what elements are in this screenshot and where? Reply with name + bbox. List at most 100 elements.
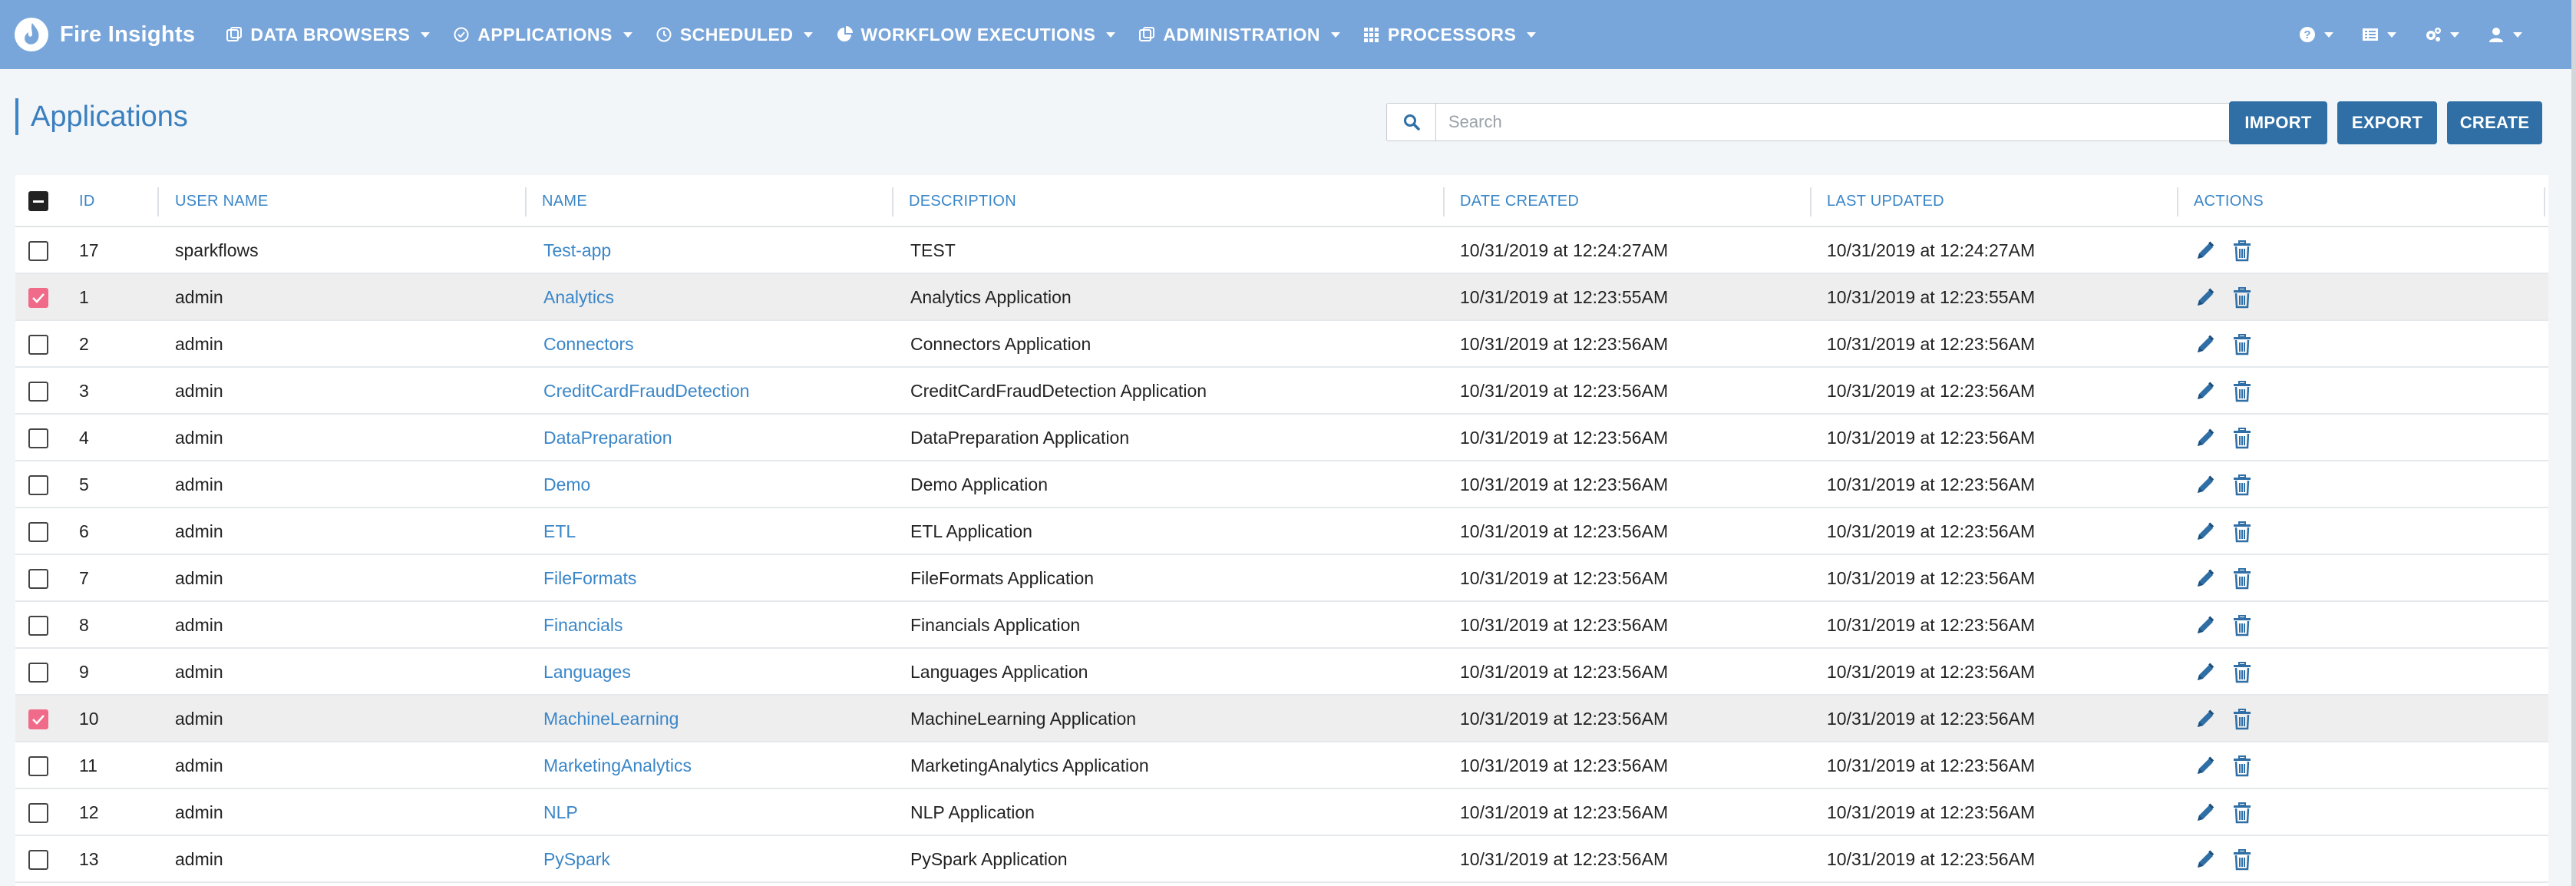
row-checkbox[interactable] — [28, 569, 48, 589]
pencil-icon — [2198, 428, 2214, 446]
edit-button[interactable] — [2194, 708, 2217, 731]
application-name-link[interactable]: CreditCardFraudDetection — [543, 368, 749, 415]
edit-button[interactable] — [2194, 802, 2217, 825]
row-checkbox[interactable] — [28, 288, 48, 308]
cogs-icon — [2426, 28, 2441, 41]
application-name-link[interactable]: Connectors — [543, 321, 634, 368]
application-name-link[interactable]: MachineLearning — [543, 696, 679, 742]
application-name-link[interactable]: Test-app — [543, 227, 611, 274]
edit-button[interactable] — [2194, 427, 2217, 450]
row-checkbox[interactable] — [28, 382, 48, 402]
edit-button[interactable] — [2194, 661, 2217, 684]
cell-id: 7 — [79, 568, 89, 588]
indeterminate-dash-icon — [33, 200, 44, 203]
application-name-link[interactable]: FileFormats — [543, 555, 636, 602]
column-header-id[interactable]: ID — [79, 175, 95, 227]
edit-button[interactable] — [2194, 240, 2217, 263]
row-checkbox[interactable] — [28, 803, 48, 823]
edit-button[interactable] — [2194, 755, 2217, 778]
edit-button[interactable] — [2194, 474, 2217, 497]
list-menu[interactable] — [2361, 25, 2396, 44]
edit-button[interactable] — [2194, 286, 2217, 309]
pencil-icon — [2198, 382, 2214, 399]
delete-button[interactable] — [2231, 848, 2254, 871]
row-checkbox[interactable] — [28, 709, 48, 729]
row-checkbox[interactable] — [28, 850, 48, 870]
column-header-description[interactable]: DESCRIPTION — [909, 175, 1016, 227]
application-name-link[interactable]: Analytics — [543, 274, 614, 321]
cell-last-updated: 10/31/2019 at 12:23:56AM — [1827, 568, 2036, 588]
delete-button[interactable] — [2231, 286, 2254, 309]
search-input[interactable] — [1435, 103, 2257, 141]
edit-button[interactable] — [2194, 380, 2217, 403]
column-header-actions: ACTIONS — [2194, 193, 2264, 210]
delete-button[interactable] — [2231, 521, 2254, 544]
trash-icon — [2234, 334, 2251, 355]
edit-button[interactable] — [2194, 333, 2217, 356]
create-button[interactable]: CREATE — [2447, 101, 2542, 144]
edit-button[interactable] — [2194, 521, 2217, 544]
settings-menu[interactable] — [2424, 25, 2459, 44]
import-button[interactable]: IMPORT — [2229, 101, 2327, 144]
cell-user-name: admin — [175, 381, 223, 401]
delete-button[interactable] — [2231, 427, 2254, 450]
select-all-checkbox[interactable] — [28, 191, 48, 211]
column-header-name[interactable]: NAME — [542, 175, 587, 227]
delete-button[interactable] — [2231, 474, 2254, 497]
application-name-link[interactable]: ETL — [543, 508, 576, 555]
column-header-date-created[interactable]: DATE CREATED — [1460, 175, 1579, 227]
delete-button[interactable] — [2231, 333, 2254, 356]
edit-button[interactable] — [2194, 567, 2217, 590]
search-button[interactable] — [1386, 103, 1435, 141]
nav-data-browsers[interactable]: DATA BROWSERS — [226, 25, 431, 45]
flame-logo-icon — [15, 18, 48, 51]
application-name-link[interactable]: Languages — [543, 649, 631, 696]
row-checkbox[interactable] — [28, 475, 48, 495]
cell-last-updated: 10/31/2019 at 12:23:56AM — [1827, 709, 2036, 729]
column-header-last-updated[interactable]: LAST UPDATED — [1827, 175, 1944, 227]
application-name-link[interactable]: PySpark — [543, 836, 610, 883]
table-row: 7 admin FileFormats FileFormats Applicat… — [15, 555, 2548, 602]
application-name-link[interactable]: Demo — [543, 461, 590, 508]
cell-description: CreditCardFraudDetection Application — [910, 381, 1207, 401]
edit-button[interactable] — [2194, 848, 2217, 871]
delete-button[interactable] — [2231, 567, 2254, 590]
delete-button[interactable] — [2231, 380, 2254, 403]
row-checkbox[interactable] — [28, 616, 48, 636]
edit-button[interactable] — [2194, 614, 2217, 637]
delete-button[interactable] — [2231, 755, 2254, 778]
caret-down-icon — [804, 31, 814, 38]
nav-workflow-executions[interactable]: WORKFLOW EXECUTIONS — [836, 24, 1116, 45]
export-button[interactable]: EXPORT — [2337, 101, 2437, 144]
nav-applications[interactable]: APPLICATIONS — [453, 25, 632, 45]
row-checkbox[interactable] — [28, 522, 48, 542]
user-menu[interactable] — [2487, 25, 2522, 44]
delete-button[interactable] — [2231, 802, 2254, 825]
application-name-link[interactable]: MarketingAnalytics — [543, 742, 692, 789]
help-menu[interactable]: ? — [2298, 25, 2333, 44]
svg-text:?: ? — [2304, 28, 2310, 41]
cell-date-created: 10/31/2019 at 12:23:56AM — [1460, 615, 1669, 635]
cell-last-updated: 10/31/2019 at 12:23:56AM — [1827, 521, 2036, 541]
application-name-link[interactable]: DataPreparation — [543, 415, 672, 461]
nav-label: WORKFLOW EXECUTIONS — [860, 24, 1096, 45]
row-checkbox[interactable] — [28, 663, 48, 683]
row-checkbox[interactable] — [28, 335, 48, 355]
delete-button[interactable] — [2231, 240, 2254, 263]
row-checkbox[interactable] — [28, 756, 48, 776]
application-name-link[interactable]: Financials — [543, 602, 623, 649]
delete-button[interactable] — [2231, 708, 2254, 731]
search-icon — [1403, 114, 1420, 131]
brand[interactable]: Fire Insights — [14, 17, 195, 52]
cell-last-updated: 10/31/2019 at 12:23:56AM — [1827, 802, 2036, 822]
application-name-link[interactable]: NLP — [543, 789, 578, 836]
applications-table: ID USER NAME NAME DESCRIPTION DATE CREAT… — [15, 175, 2548, 886]
delete-button[interactable] — [2231, 614, 2254, 637]
column-header-user-name[interactable]: USER NAME — [175, 175, 269, 227]
nav-scheduled[interactable]: SCHEDULED — [656, 25, 814, 45]
delete-button[interactable] — [2231, 661, 2254, 684]
nav-processors[interactable]: PROCESSORS — [1363, 25, 1537, 45]
row-checkbox[interactable] — [28, 428, 48, 448]
nav-administration[interactable]: ADMINISTRATION — [1138, 25, 1340, 45]
row-checkbox[interactable] — [28, 241, 48, 261]
